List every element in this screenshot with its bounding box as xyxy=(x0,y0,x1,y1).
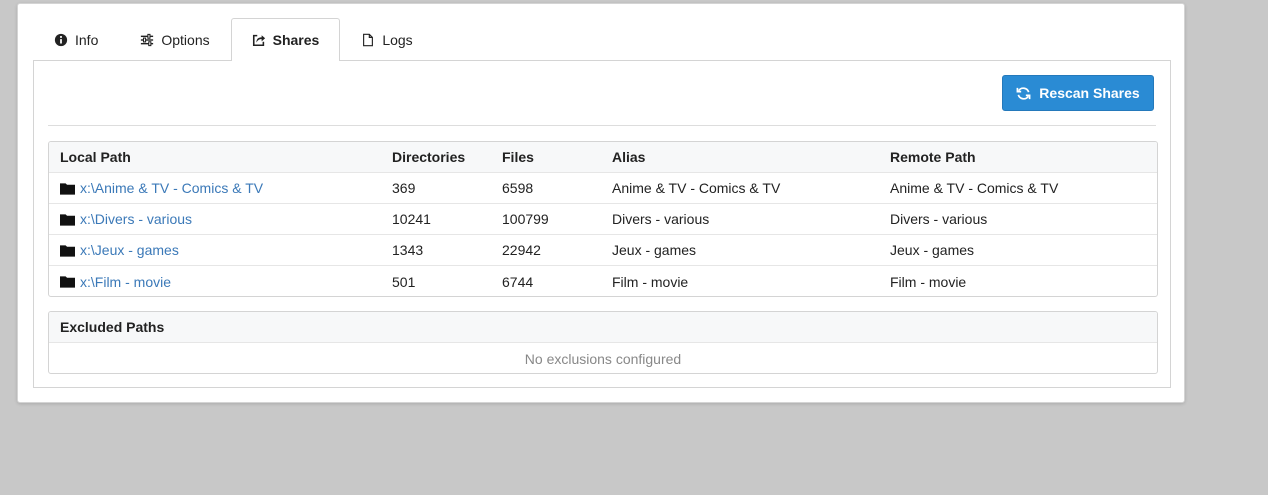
col-alias: Alias xyxy=(612,149,646,165)
folder-icon xyxy=(60,276,75,288)
directories-cell: 10241 xyxy=(392,211,431,227)
table-row: x:\Anime & TV - Comics & TV 369 6598 Ani… xyxy=(49,173,1157,204)
tab-info[interactable]: Info xyxy=(33,18,119,60)
excluded-paths-header: Excluded Paths xyxy=(49,312,1157,343)
col-local-path: Local Path xyxy=(60,149,131,165)
alias-cell: Anime & TV - Comics & TV xyxy=(612,180,781,196)
alias-cell: Jeux - games xyxy=(612,242,697,258)
col-files: Files xyxy=(502,149,534,165)
table-row: x:\Film - movie 501 6744 Film - movie Fi… xyxy=(49,266,1157,296)
table-row: x:\Divers - various 10241 100799 Divers … xyxy=(49,204,1157,235)
remote-path-cell: Jeux - games xyxy=(890,242,975,258)
table-row: x:\Jeux - games 1343 22942 Jeux - games … xyxy=(49,235,1157,266)
col-directories: Directories xyxy=(392,149,466,165)
local-path-cell: x:\Divers - various xyxy=(49,211,392,227)
info-circle-icon xyxy=(54,33,68,46)
alias-cell: Film - movie xyxy=(612,273,689,290)
divider xyxy=(48,125,1156,126)
shares-tab-content: Rescan Shares Local Path Directories Fil… xyxy=(33,60,1171,388)
rescan-shares-label: Rescan Shares xyxy=(1039,85,1140,101)
rescan-shares-button[interactable]: Rescan Shares xyxy=(1002,75,1154,111)
remote-path-cell: Divers - various xyxy=(890,211,988,227)
directories-cell: 1343 xyxy=(392,242,424,258)
local-path-link[interactable]: x:\Jeux - games xyxy=(80,242,179,258)
no-exclusions-message: No exclusions configured xyxy=(524,350,682,367)
folder-icon xyxy=(60,213,75,226)
refresh-icon xyxy=(1016,86,1031,100)
remote-path-cell: Anime & TV - Comics & TV xyxy=(890,180,1059,196)
tab-shares[interactable]: Shares xyxy=(230,18,341,61)
local-path-link[interactable]: x:\Film - movie xyxy=(80,274,171,290)
tab-options[interactable]: Options xyxy=(119,18,230,60)
local-path-cell: x:\Jeux - games xyxy=(49,242,392,258)
directories-cell: 501 xyxy=(392,273,416,290)
files-cell: 6598 xyxy=(502,180,534,196)
alias-cell: Divers - various xyxy=(612,211,710,227)
files-cell: 22942 xyxy=(502,242,541,258)
local-path-cell: x:\Anime & TV - Comics & TV xyxy=(49,180,392,196)
file-icon xyxy=(363,33,374,46)
excluded-paths-table: Excluded Paths No exclusions configured xyxy=(48,311,1158,374)
share-square-icon xyxy=(252,34,265,47)
tab-shares-label: Shares xyxy=(272,32,320,48)
tab-info-label: Info xyxy=(75,31,99,48)
directories-cell: 369 xyxy=(392,180,416,196)
local-path-cell: x:\Film - movie xyxy=(49,274,392,290)
col-remote-path: Remote Path xyxy=(890,149,976,165)
tab-bar: Info Options Shares Logs xyxy=(33,18,434,61)
local-path-link[interactable]: x:\Anime & TV - Comics & TV xyxy=(80,180,263,196)
files-cell: 100799 xyxy=(502,211,549,227)
tab-logs-label: Logs xyxy=(382,31,413,48)
tab-options-label: Options xyxy=(161,31,210,48)
shares-table: Local Path Directories Files Alias Remot… xyxy=(48,141,1158,297)
sliders-icon xyxy=(141,33,154,46)
folder-icon xyxy=(60,244,75,257)
local-path-link[interactable]: x:\Divers - various xyxy=(80,211,192,227)
shares-panel: Info Options Shares Logs Rescan Shares L… xyxy=(17,3,1185,403)
folder-icon xyxy=(60,182,75,195)
remote-path-cell: Film - movie xyxy=(890,273,967,290)
files-cell: 6744 xyxy=(502,273,534,290)
table-header: Local Path Directories Files Alias Remot… xyxy=(49,142,1157,173)
tab-logs[interactable]: Logs xyxy=(340,18,433,60)
